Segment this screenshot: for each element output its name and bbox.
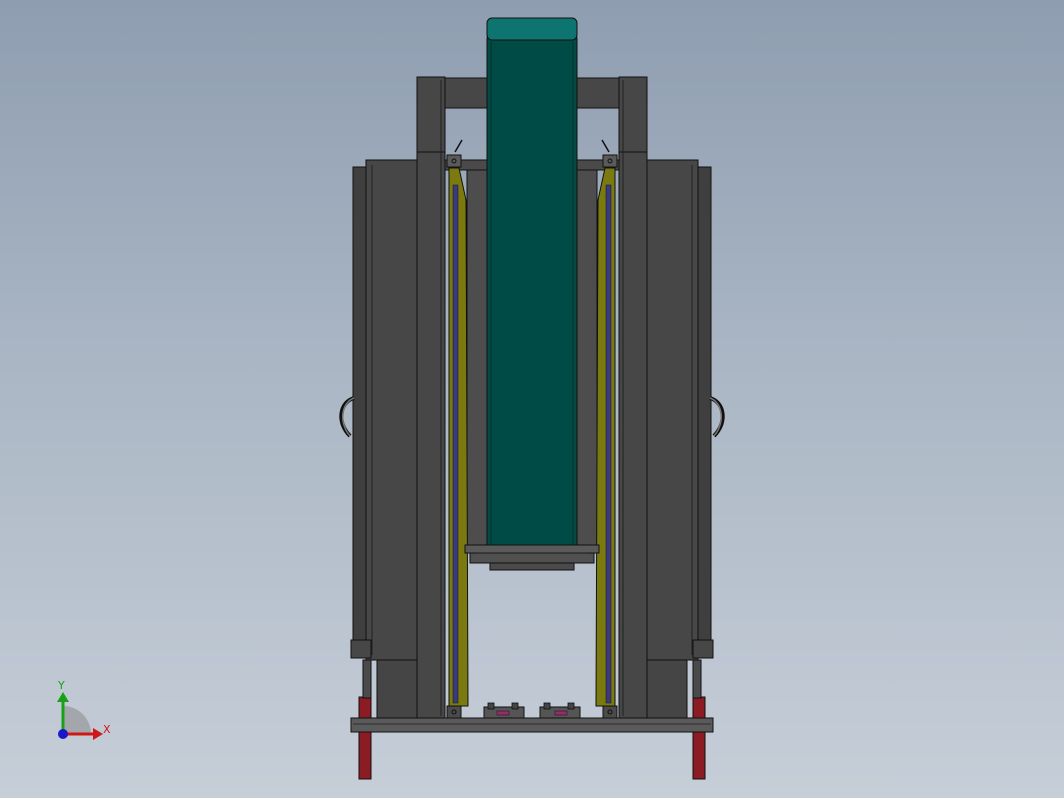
triad-x-label: X (103, 723, 111, 736)
coordinate-triad (57, 692, 103, 740)
left-side-cabinet (350, 159, 419, 719)
right-side-cabinet (645, 159, 714, 719)
right-leg (692, 696, 706, 780)
machine-model-front-view[interactable] (0, 0, 1064, 798)
left-upright (416, 76, 446, 720)
z-axis-dot (58, 729, 68, 739)
cad-viewport[interactable]: Y X (0, 0, 1064, 798)
base-clamp-left (483, 702, 525, 719)
column-carriage (464, 544, 600, 571)
central-column[interactable] (486, 17, 578, 551)
right-handle[interactable] (709, 396, 725, 438)
triad-y-label: Y (58, 679, 65, 692)
base-clamp-right (539, 702, 581, 719)
left-handle[interactable] (339, 396, 355, 438)
base-frame (350, 717, 714, 733)
right-guide-rail (595, 139, 618, 719)
left-leg (358, 696, 372, 780)
right-upright (618, 76, 648, 720)
left-guide-rail (446, 139, 469, 719)
